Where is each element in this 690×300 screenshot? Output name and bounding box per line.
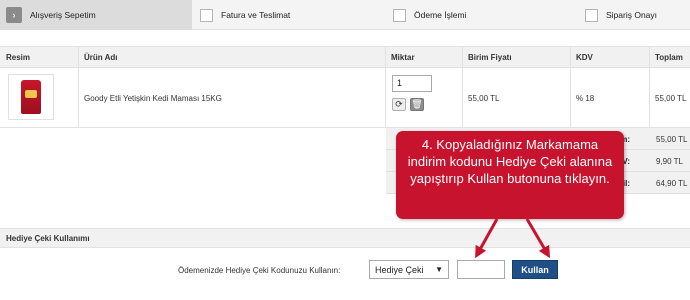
dropdown-arrow-icon: ▼ [435, 265, 443, 274]
product-image[interactable] [8, 74, 54, 120]
gift-card-title: Hediye Çeki Kullanımı [6, 234, 90, 243]
step-billing[interactable]: Fatura ve Teslimat [200, 0, 290, 30]
subtotal-value: 55,00 TL [656, 135, 688, 144]
step-checkbox-icon [393, 8, 406, 22]
col-total: Toplam [655, 53, 683, 62]
step-payment-label: Ödeme İşlemi [414, 10, 467, 20]
checkout-steps: › Alışveriş Sepetim Fatura ve Teslimat Ö… [0, 0, 690, 30]
step-billing-label: Fatura ve Teslimat [221, 10, 291, 20]
table-header: Resim Ürün Adı Miktar Birim Fiyatı KDV T… [0, 46, 690, 68]
grand-total-value: 64,90 TL [656, 179, 688, 188]
product-bag-image [21, 80, 41, 114]
step-cart[interactable]: › Alışveriş Sepetim [0, 0, 192, 30]
unit-price: 55,00 TL [468, 94, 500, 103]
gift-card-select-value: Hediye Çeki [375, 264, 424, 275]
gift-card-type-select[interactable]: Hediye Çeki ▼ [369, 260, 449, 279]
row-total: 55,00 TL [655, 94, 687, 103]
col-vat: KDV [576, 53, 593, 62]
step-confirm[interactable]: Sipariş Onayı [585, 0, 657, 30]
gift-card-label: Ödemenizde Hediye Çeki Kodunuzu Kullanın… [178, 266, 341, 275]
table-row: Goody Etli Yetişkin Kedi Maması 15KG 1 ⟳… [0, 68, 690, 128]
gift-card-section-header: Hediye Çeki Kullanımı [0, 228, 690, 248]
step-payment[interactable]: Ödeme İşlemi [393, 0, 466, 30]
gift-card-code-input[interactable] [457, 260, 505, 279]
col-name: Ürün Adı [84, 53, 118, 62]
step-checkbox-icon [585, 8, 598, 22]
apply-gift-card-button[interactable]: Kullan [512, 260, 558, 279]
chevron-right-icon: › [6, 7, 22, 23]
col-qty: Miktar [391, 53, 415, 62]
product-name[interactable]: Goody Etli Yetişkin Kedi Maması 15KG [84, 94, 222, 103]
col-unit-price: Birim Fiyatı [468, 53, 512, 62]
vat-value: 9,90 TL [656, 157, 683, 166]
step-cart-label: Alışveriş Sepetim [30, 10, 96, 20]
instruction-callout: 4. Kopyaladığınız Markamama indirim kodu… [396, 131, 624, 219]
step-confirm-label: Sipariş Onayı [606, 10, 658, 20]
trash-icon[interactable]: 🗑 [410, 98, 424, 111]
step-checkbox-icon [200, 8, 213, 22]
col-image: Resim [6, 53, 31, 62]
refresh-icon[interactable]: ⟳ [392, 98, 406, 111]
quantity-input[interactable]: 1 [392, 75, 432, 92]
vat-rate: % 18 [576, 94, 595, 103]
